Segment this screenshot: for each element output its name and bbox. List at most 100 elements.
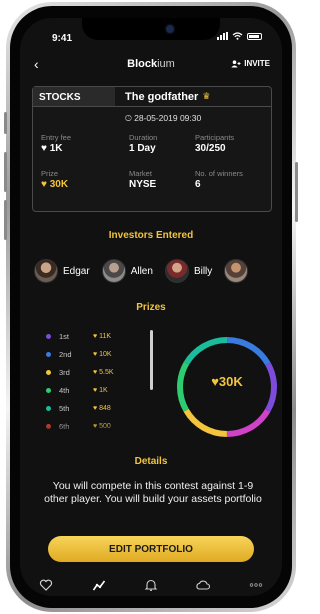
- coin-icon: ♥: [211, 374, 219, 389]
- wifi-icon: [232, 32, 243, 40]
- prize-amount: 5.5K: [99, 368, 114, 376]
- edit-portfolio-button[interactable]: EDIT PORTFOLIO: [48, 536, 254, 562]
- stat-value: ♥ 1K: [41, 143, 71, 154]
- stat-value: 30/250: [195, 143, 226, 154]
- trophy-icon: ♛: [202, 91, 211, 101]
- prize-color-dot: [46, 351, 51, 357]
- tab-notifications[interactable]: [136, 576, 166, 594]
- avatar: [101, 259, 126, 283]
- clock-icon: 🕓︎: [125, 113, 132, 123]
- brand-light: ium: [157, 58, 175, 70]
- stat-label: Prize: [41, 169, 59, 178]
- investors-title: Investors Entered: [108, 230, 194, 241]
- stat-value: NYSE: [129, 179, 157, 190]
- stat-label: No. of winners: [195, 169, 243, 178]
- prize-value: ♥ 5.5K: [93, 369, 114, 376]
- prize-color-dot: [46, 405, 51, 411]
- stat-winners: No. of winners 6: [195, 169, 243, 190]
- stat-label: Market: [129, 169, 152, 178]
- prize-row: 3rd ♥ 5.5K: [46, 363, 146, 381]
- status-icons: [217, 32, 262, 40]
- stat-label: Participants: [195, 133, 235, 142]
- prize-value: ♥ 848: [93, 405, 111, 412]
- prize-color-dot: [46, 369, 51, 375]
- investor-item[interactable]: Edgar: [34, 259, 90, 283]
- prize-amount: 1K: [99, 386, 108, 394]
- prize-place: 1st: [59, 331, 70, 341]
- invite-button[interactable]: INVITE: [231, 59, 270, 68]
- battery-icon: [247, 32, 262, 40]
- invite-label: INVITE: [244, 59, 270, 68]
- prize-value: ♥ 1K: [93, 387, 108, 394]
- prize-list: 1st ♥ 11K 2nd ♥ 10K 3rd ♥ 5.5K 4th ♥ 1K 5th ♥ 848…: [46, 327, 146, 439]
- contest-title: The godfather ♛: [115, 87, 220, 106]
- card-header: STOCKS The godfather ♛: [33, 87, 271, 107]
- details-title: Details: [134, 456, 168, 467]
- bell-icon: [144, 579, 158, 591]
- prize-row: 1st ♥ 11K: [46, 327, 146, 345]
- stat-duration: Duration 1 Day: [129, 133, 157, 154]
- details-fade: [40, 504, 266, 524]
- investors-list: Edgar Allen Billy: [34, 256, 282, 286]
- investor-name: Allen: [130, 265, 153, 277]
- coin-icon: ♥: [41, 143, 47, 154]
- tab-cloud[interactable]: [188, 576, 218, 594]
- brand-bold: Block: [127, 58, 158, 70]
- avatar: [164, 259, 189, 283]
- prize-amount: 848: [99, 404, 111, 412]
- bottom-tab-bar: [20, 574, 282, 596]
- datetime-text: 28-05-2019 09:30: [134, 113, 202, 123]
- prize-value: ♥ 11K: [93, 333, 111, 340]
- prize-place: 5th: [59, 403, 70, 413]
- stat-value: ♥ 30K: [41, 179, 68, 190]
- prize-total-value: 30K: [218, 374, 243, 389]
- avatar: [34, 259, 58, 283]
- stat-participants: Participants 30/250: [195, 133, 234, 154]
- camera-icon: [166, 25, 174, 33]
- signal-icon: [217, 32, 228, 40]
- investor-item[interactable]: Billy: [164, 259, 212, 283]
- status-time: 9:41: [52, 33, 73, 44]
- power-button: [295, 162, 298, 222]
- investor-name: Edgar: [63, 265, 90, 277]
- tab-home[interactable]: [31, 576, 61, 594]
- prize-value: ♥ 10K: [93, 351, 112, 358]
- prize-row: 5th ♥ 848: [46, 399, 146, 417]
- chart-line-icon: [92, 580, 105, 591]
- tab-more[interactable]: [241, 576, 271, 594]
- investor-item[interactable]: Allen: [101, 259, 153, 283]
- stat-label: Duration: [129, 133, 158, 142]
- contest-card: STOCKS The godfather ♛ 🕓︎ 28-05-2019 09:…: [32, 86, 272, 212]
- prize-place: 2nd: [59, 349, 72, 359]
- prize-value: 30K: [49, 179, 69, 190]
- prize-place: 4th: [59, 385, 70, 395]
- mute-switch: [4, 112, 7, 134]
- stat-label: Entry fee: [41, 133, 72, 142]
- prize-row: 4th ♥ 1K: [46, 381, 146, 399]
- top-bar: ‹ Blockium INVITE: [20, 56, 282, 76]
- prize-amount: 10K: [99, 350, 112, 358]
- prize-place: 3rd: [59, 367, 70, 377]
- tab-portfolio[interactable]: [84, 576, 114, 594]
- coin-icon: ♥: [41, 179, 47, 190]
- investor-item[interactable]: [224, 259, 253, 283]
- notch: [82, 18, 220, 40]
- prize-scrollbar[interactable]: [150, 330, 153, 390]
- contest-datetime: 🕓︎ 28-05-2019 09:30: [125, 113, 201, 124]
- volume-up-button: [4, 152, 7, 192]
- prize-row: 2nd ♥ 10K: [46, 345, 146, 363]
- stat-value: 6: [195, 179, 201, 190]
- stat-market: Market NYSE: [129, 169, 156, 190]
- entry-fee-value: 1K: [49, 143, 63, 154]
- app-screen: 9:41 ‹ Blockium INVITE STOCKS The godfat…: [20, 18, 282, 596]
- heart-coin-icon: [40, 579, 53, 591]
- more-icon: [249, 583, 262, 587]
- prize-color-dot: [46, 387, 51, 393]
- avatar: [224, 259, 249, 283]
- contest-title-text: The godfather: [125, 90, 199, 103]
- volume-down-button: [4, 200, 7, 240]
- add-user-icon: [231, 59, 241, 67]
- stat-entry-fee: Entry fee ♥ 1K: [41, 133, 71, 154]
- prize-amount: 11K: [99, 332, 112, 340]
- prize-color-dot: [46, 333, 51, 339]
